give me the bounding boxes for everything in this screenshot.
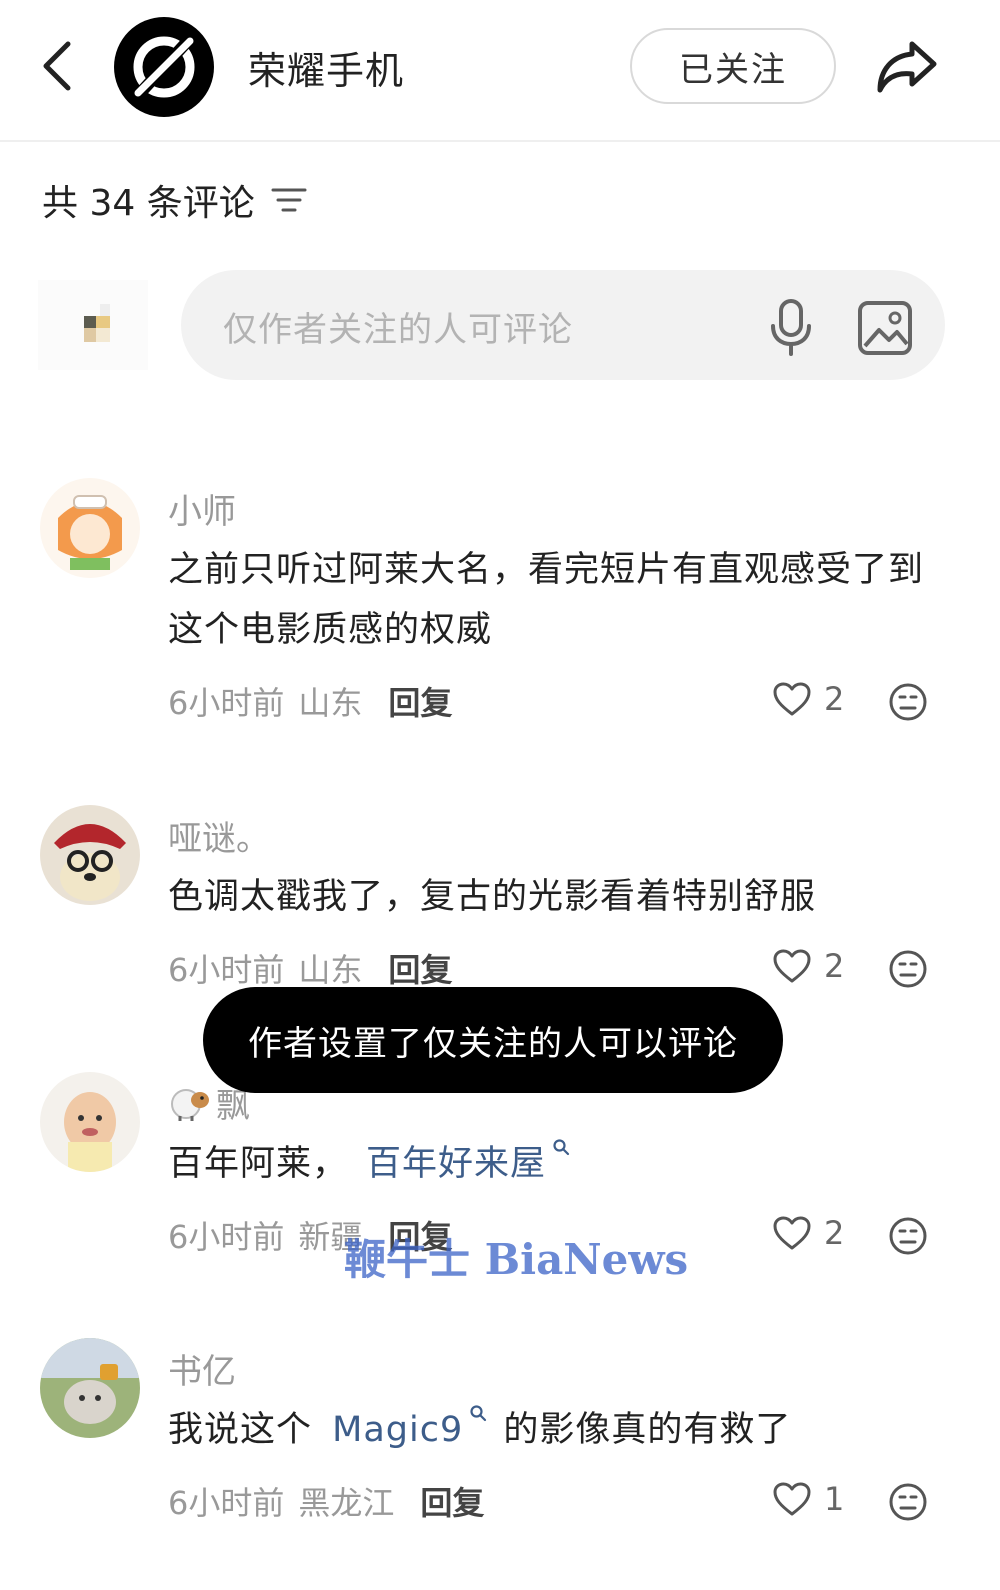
comment-text: 之前只听过阿莱大名，看完短片有直观感受了到这个电影质感的权威	[168, 550, 925, 650]
mic-icon[interactable]	[765, 298, 817, 356]
heart-icon	[773, 949, 811, 983]
comment-location: 山东	[298, 951, 363, 989]
like-button[interactable]: 2	[772, 1214, 844, 1252]
avatar[interactable]	[40, 805, 140, 905]
back-arrow-icon[interactable]	[34, 36, 84, 96]
comment-time: 6小时前	[168, 951, 285, 989]
sheep-emoji-icon	[171, 1088, 209, 1121]
account-name[interactable]: 荣耀手机	[248, 40, 404, 95]
toast-message: 作者设置了仅关注的人可以评论	[203, 987, 783, 1093]
brand-logo-icon[interactable]	[114, 17, 214, 117]
emoji-icon[interactable]	[888, 1482, 928, 1522]
heart-icon	[773, 682, 811, 716]
comment-text: 百年阿莱， 百年好来屋	[168, 1134, 958, 1194]
emoji-icon[interactable]	[888, 949, 928, 989]
avatar[interactable]	[40, 1338, 140, 1438]
comment-text: 色调太戳我了，复古的光影看着特别舒服	[168, 877, 817, 917]
watermark: 鞭牛士 BiaNews	[344, 1235, 689, 1284]
avatar[interactable]	[40, 478, 140, 578]
like-count: 2	[824, 680, 845, 718]
comment-author[interactable]: 哑谜。	[168, 811, 270, 860]
reply-button[interactable]: 回复	[420, 1478, 484, 1524]
avatar[interactable]	[40, 1072, 140, 1172]
comment-text: 我说这个 Magic9 的影像真的有救了	[168, 1400, 958, 1460]
emoji-icon[interactable]	[888, 1216, 928, 1256]
like-button[interactable]: 2	[772, 947, 844, 985]
reply-button[interactable]: 回复	[388, 678, 452, 724]
comment-input-row: 仅作者关注的人可评论	[0, 268, 1000, 382]
image-icon[interactable]	[857, 300, 913, 356]
reply-button[interactable]: 回复	[388, 945, 452, 991]
comment-location: 黑龙江	[298, 1484, 395, 1522]
comment-meta: 6小时前 山东 回复	[168, 678, 452, 724]
comment-author[interactable]: 书亿	[168, 1344, 236, 1393]
comment-text-prefix: 我说这个	[168, 1410, 325, 1450]
comment-meta: 6小时前 山东 回复	[168, 945, 452, 991]
comment-text-suffix: 的影像真的有救了	[491, 1410, 792, 1450]
comment-count-row: 共 34 条评论	[42, 174, 307, 226]
comment-input[interactable]: 仅作者关注的人可评论	[181, 270, 945, 380]
comment-author[interactable]: 小师	[168, 484, 236, 533]
heart-icon	[773, 1216, 811, 1250]
like-button[interactable]: 2	[772, 680, 844, 718]
like-count: 2	[824, 1214, 845, 1252]
share-icon[interactable]	[872, 34, 942, 98]
comment-meta: 6小时前 黑龙江 回复	[168, 1478, 484, 1524]
heart-icon	[773, 1482, 811, 1516]
emoji-icon[interactable]	[888, 682, 928, 722]
search-icon[interactable]	[552, 1138, 570, 1156]
input-placeholder: 仅作者关注的人可评论	[223, 310, 573, 350]
follow-button[interactable]: 已关注	[630, 28, 836, 104]
like-count: 1	[824, 1480, 845, 1518]
comment-time: 6小时前	[168, 1218, 285, 1256]
top-bar: 荣耀手机 已关注	[0, 0, 1000, 142]
like-count: 2	[824, 947, 845, 985]
comment-time: 6小时前	[168, 1484, 285, 1522]
comment-time: 6小时前	[168, 684, 285, 722]
like-button[interactable]: 1	[772, 1480, 844, 1518]
comment-link[interactable]: 百年好来屋	[366, 1144, 546, 1184]
sort-icon[interactable]	[271, 185, 307, 215]
comment-location: 山东	[298, 684, 363, 722]
comment-count: 共 34 条评论	[42, 183, 255, 224]
search-icon[interactable]	[469, 1404, 487, 1422]
comment-text-prefix: 百年阿莱，	[168, 1144, 349, 1184]
comment-link[interactable]: Magic9	[332, 1410, 463, 1450]
my-avatar	[38, 280, 148, 370]
